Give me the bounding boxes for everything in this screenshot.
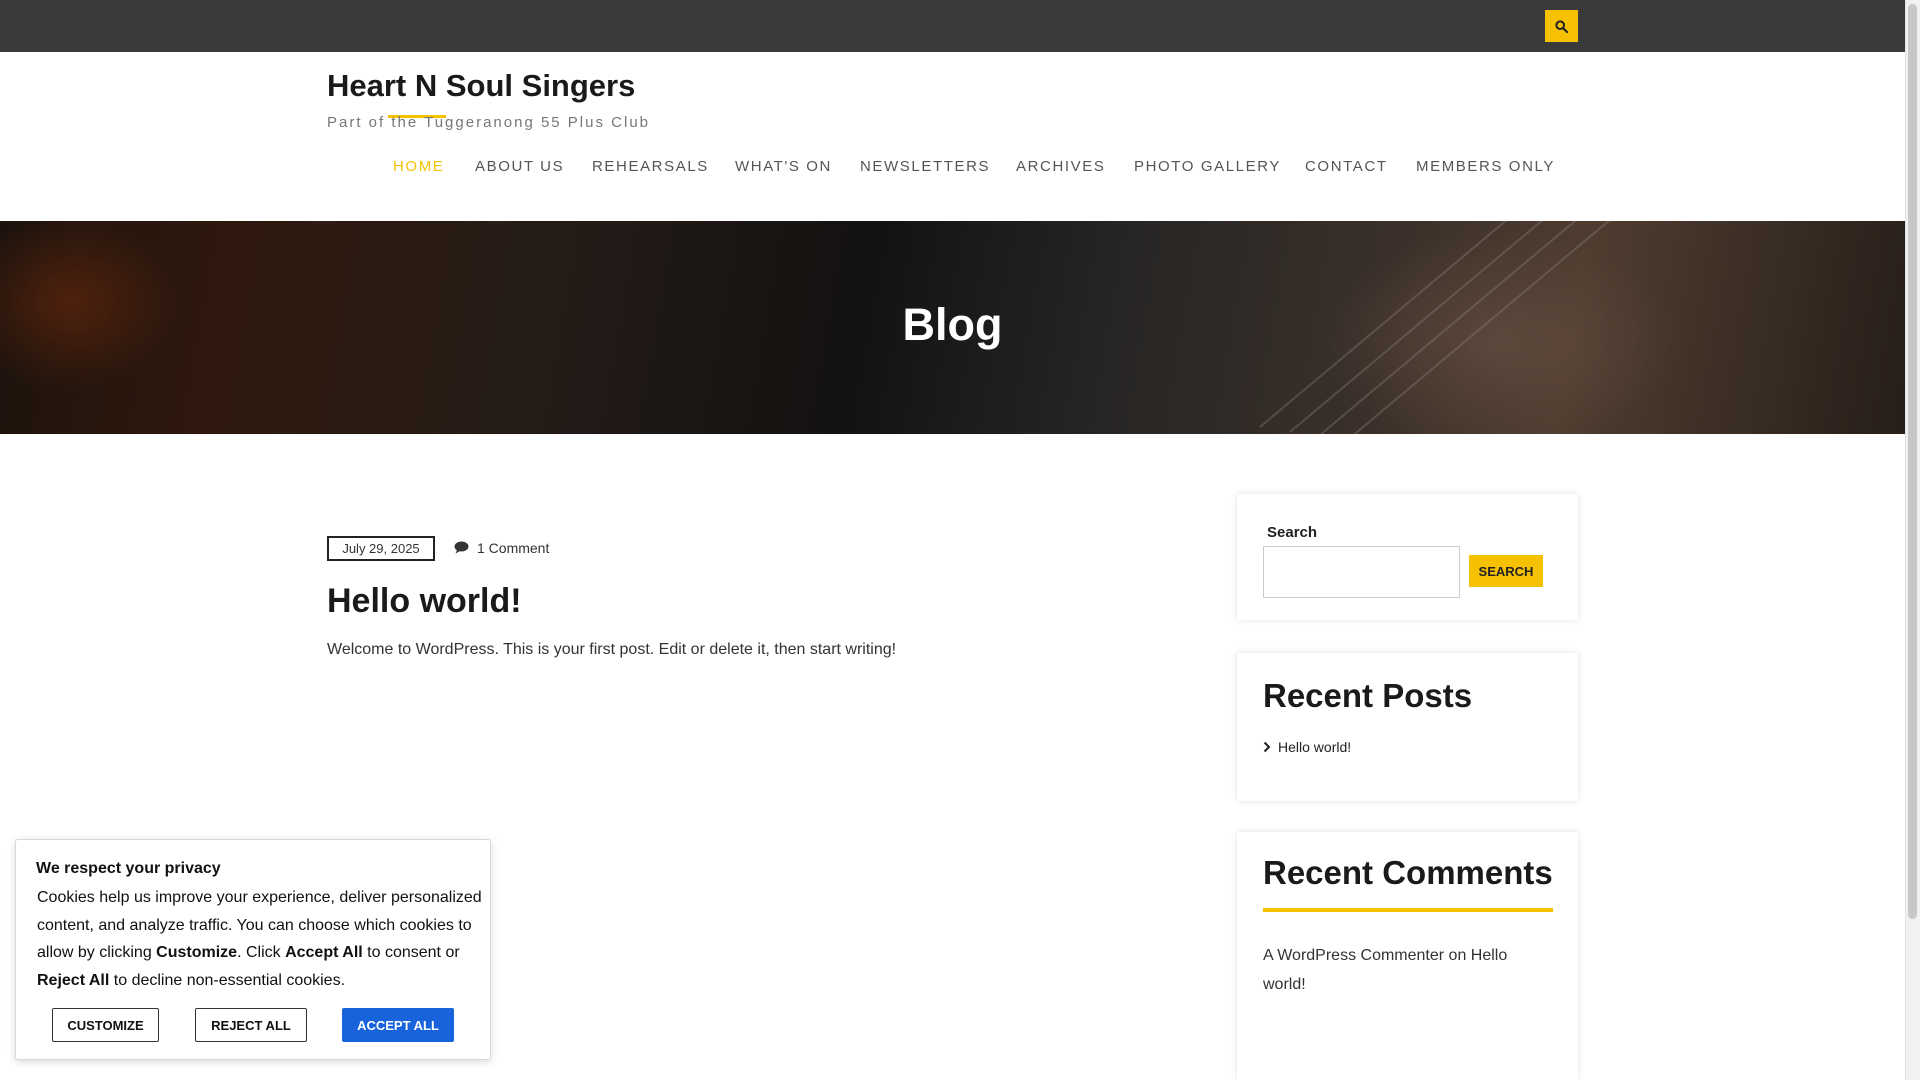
cookie-text-part: to decline non-essential cookies.: [109, 971, 346, 989]
recent-posts-title: Recent Posts: [1263, 677, 1473, 714]
recent-post-label: Hello world!: [1278, 739, 1352, 755]
nav-item-home[interactable]: HOME: [393, 158, 444, 175]
post-excerpt: Welcome to WordPress. This is your first…: [327, 641, 897, 658]
hero-banner: Blog: [0, 221, 1905, 434]
cookie-consent-banner: We respect your privacy Cookies help us …: [15, 839, 491, 1060]
cookie-title: We respect your privacy: [36, 860, 221, 877]
recent-comments-widget: Recent Comments A WordPress Commenter on…: [1237, 832, 1578, 1080]
cookie-accept-all-button[interactable]: ACCEPT ALL: [342, 1008, 454, 1042]
post-date[interactable]: July 29, 2025: [327, 536, 435, 561]
nav-item-contact[interactable]: CONTACT: [1305, 158, 1388, 175]
cookie-text-reject: Reject All: [37, 971, 110, 989]
nav-item-rehearsals[interactable]: REHEARSALS: [592, 158, 709, 175]
search-toggle-button[interactable]: [1545, 10, 1578, 42]
nav-item-archives[interactable]: ARCHIVES: [1016, 158, 1106, 175]
search-icon: [1555, 19, 1568, 33]
recent-comments-underline: [1263, 908, 1553, 912]
scrollbar-thumb[interactable]: [1908, 4, 1917, 919]
search-widget: Search SEARCH: [1237, 494, 1578, 620]
site-tagline: Part of the Tuggeranong 55 Plus Club: [327, 114, 651, 131]
comment-icon: [454, 541, 469, 554]
post-title[interactable]: Hello world!: [327, 582, 522, 621]
cookie-text-part: to consent or: [362, 944, 460, 961]
chevron-right-icon: [1263, 741, 1271, 753]
comment-author-link[interactable]: A WordPress Commenter: [1263, 947, 1444, 964]
recent-comment-entry: A WordPress Commenter on Hello world!: [1263, 941, 1553, 999]
cookie-text-accept: Accept All: [285, 944, 363, 961]
cookie-description: Cookies help us improve your experience,…: [37, 884, 482, 994]
main-navigation: HOME ABOUT US REHEARSALS WHAT'S ON NEWSL…: [0, 158, 1905, 178]
comment-connector: on: [1444, 947, 1471, 964]
search-label: Search: [1267, 524, 1318, 541]
recent-comments-title: Recent Comments: [1263, 854, 1553, 891]
post-comments-link[interactable]: 1 Comment: [477, 540, 549, 556]
nav-item-photo-gallery[interactable]: PHOTO GALLERY: [1134, 158, 1281, 175]
search-button[interactable]: SEARCH: [1469, 555, 1543, 587]
recent-posts-widget: Recent Posts Hello world!: [1237, 653, 1578, 801]
hero-title: Blog: [902, 299, 1003, 350]
recent-post-link[interactable]: Hello world!: [1263, 739, 1351, 755]
cookie-text-part: . Click: [237, 944, 286, 961]
nav-item-members-only[interactable]: MEMBERS ONLY: [1416, 158, 1555, 175]
nav-item-newsletters[interactable]: NEWSLETTERS: [860, 158, 990, 175]
cookie-text-customize: Customize: [156, 944, 238, 961]
site-title[interactable]: Heart N Soul Singers: [327, 68, 635, 104]
cookie-customize-button[interactable]: CUSTOMIZE: [52, 1008, 159, 1042]
nav-item-whats-on[interactable]: WHAT'S ON: [735, 158, 832, 175]
top-bar: [0, 0, 1905, 52]
nav-item-about-us[interactable]: ABOUT US: [475, 158, 564, 175]
cookie-reject-all-button[interactable]: REJECT ALL: [195, 1008, 307, 1042]
search-input[interactable]: [1263, 546, 1460, 598]
